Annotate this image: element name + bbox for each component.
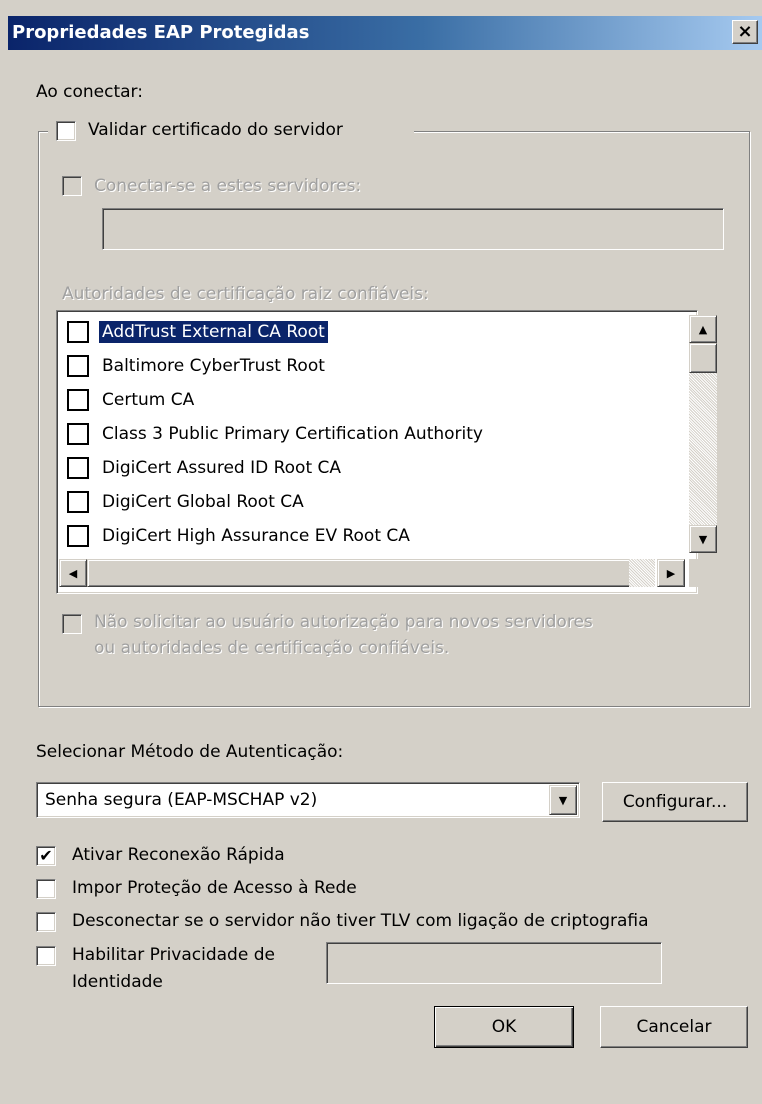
arrow-left-icon: ◀	[68, 566, 78, 580]
scroll-corner	[689, 559, 717, 587]
cert-checkbox[interactable]	[67, 422, 89, 445]
cert-label: DigiCert Assured ID Root CA	[102, 457, 342, 478]
nap-checkbox[interactable]	[36, 879, 56, 899]
connect-servers-input[interactable]	[102, 208, 724, 250]
on-connect-label: Ao conectar:	[36, 82, 143, 102]
cert-list-item[interactable]: Class 3 Public Primary Certification Aut…	[67, 417, 486, 450]
cert-list-item[interactable]: DigiCert Assured ID Root CA	[67, 451, 344, 484]
trusted-roots-label: Autoridades de certificação raiz confiáv…	[62, 284, 429, 304]
arrow-up-icon: ▲	[698, 322, 708, 336]
auth-method-value: Senha segura (EAP-MSCHAP v2)	[45, 790, 318, 810]
connect-servers-checkbox[interactable]	[62, 176, 82, 196]
auth-method-select[interactable]: Senha segura (EAP-MSCHAP v2) ▼	[36, 782, 580, 818]
tlv-label: Desconectar se o servidor não tiver TLV …	[72, 911, 649, 931]
cert-label: Baltimore CyberTrust Root	[102, 355, 325, 376]
cert-label: DigiCert Global Root CA	[102, 491, 304, 512]
scroll-up-button[interactable]: ▲	[689, 315, 717, 343]
checkmark-icon: ✔	[39, 846, 53, 865]
cert-checkbox[interactable]	[67, 388, 89, 411]
arrow-down-icon: ▼	[698, 532, 708, 546]
cert-checkbox[interactable]	[67, 354, 89, 377]
horizontal-scroll-track[interactable]	[629, 559, 655, 587]
ok-button[interactable]: OK	[434, 1006, 574, 1048]
cert-label: DigiCert High Assurance EV Root CA	[102, 525, 410, 546]
connect-servers-label: Conectar-se a estes servidores:	[94, 176, 362, 196]
configure-button[interactable]: Configurar...	[602, 782, 748, 822]
window-title: Propriedades EAP Protegidas	[12, 22, 310, 43]
cert-list-item[interactable]: Baltimore CyberTrust Root	[67, 349, 328, 382]
eap-properties-dialog: Propriedades EAP Protegidas × Ao conecta…	[0, 0, 762, 1104]
cert-checkbox[interactable]	[67, 320, 89, 343]
fast-reconnect-checkbox[interactable]: ✔	[36, 846, 56, 866]
cert-label: Class 3 Public Primary Certification Aut…	[102, 423, 483, 444]
scroll-left-button[interactable]: ◀	[59, 559, 87, 587]
no-prompt-checkbox[interactable]	[62, 614, 82, 634]
cert-list-item[interactable]: DigiCert Global Root CA	[67, 485, 307, 518]
cert-checkbox[interactable]	[67, 490, 89, 513]
identity-privacy-checkbox[interactable]	[36, 946, 56, 966]
tlv-checkbox[interactable]	[36, 912, 56, 932]
dropdown-button[interactable]: ▼	[549, 785, 577, 815]
chevron-down-icon: ▼	[558, 793, 568, 807]
cert-list-item[interactable]: Certum CA	[67, 383, 197, 416]
validate-cert-checkbox[interactable]	[56, 121, 76, 141]
scroll-down-button[interactable]: ▼	[689, 525, 717, 553]
close-button[interactable]: ×	[732, 20, 758, 44]
cert-checkbox[interactable]	[67, 524, 89, 547]
no-prompt-label-line2: ou autoridades de certificação confiávei…	[94, 638, 450, 658]
vertical-scroll-track[interactable]	[689, 373, 717, 535]
cert-checkbox[interactable]	[67, 456, 89, 479]
horizontal-scroll-thumb[interactable]	[87, 559, 631, 587]
cert-label: AddTrust External CA Root	[99, 320, 328, 343]
cert-label: Certum CA	[102, 389, 195, 410]
fast-reconnect-label: Ativar Reconexão Rápida	[72, 845, 285, 865]
no-prompt-label-line1: Não solicitar ao usuário autorização par…	[94, 612, 593, 632]
identity-input[interactable]	[326, 942, 662, 984]
validate-cert-label: Validar certificado do servidor	[88, 120, 343, 140]
cancel-button[interactable]: Cancelar	[600, 1006, 748, 1048]
close-icon: ×	[737, 21, 753, 42]
cert-list-item[interactable]: DigiCert High Assurance EV Root CA	[67, 519, 413, 552]
arrow-right-icon: ▶	[666, 566, 676, 580]
cert-list-item[interactable]: AddTrust External CA Root	[67, 315, 328, 348]
identity-privacy-label-line1: Habilitar Privacidade de	[72, 945, 275, 965]
auth-method-label: Selecionar Método de Autenticação:	[36, 742, 344, 762]
nap-label: Impor Proteção de Acesso à Rede	[72, 878, 357, 898]
identity-privacy-label-line2: Identidade	[72, 972, 163, 992]
cert-listbox[interactable]: AddTrust External CA Root Baltimore Cybe…	[56, 310, 717, 594]
title-bar[interactable]: Propriedades EAP Protegidas ×	[8, 16, 762, 50]
scroll-right-button[interactable]: ▶	[657, 559, 685, 587]
vertical-scroll-thumb[interactable]	[689, 343, 717, 373]
